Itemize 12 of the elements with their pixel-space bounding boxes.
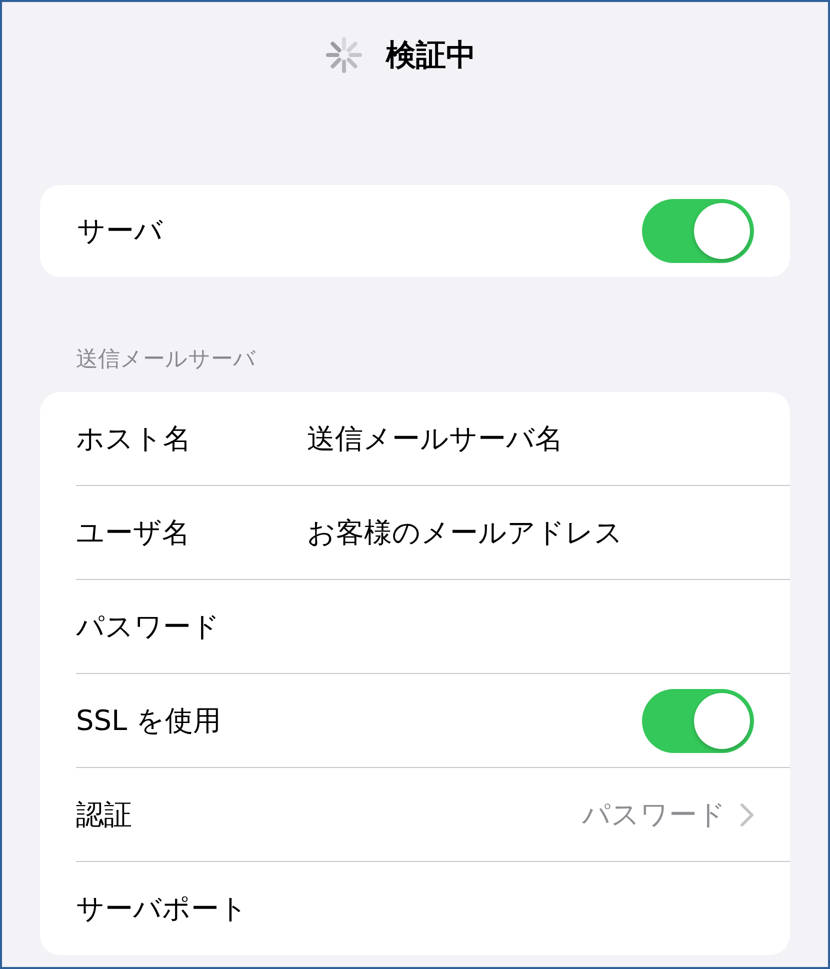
setting-label: 認証 xyxy=(76,796,133,832)
setting-label: サーバ xyxy=(77,213,163,249)
section-header: 送信メールサーバ xyxy=(75,346,257,374)
setting-label: サーバポート xyxy=(76,890,249,926)
field-value[interactable]: お客様のメールアドレス xyxy=(307,514,623,552)
setting-label: ユーザ名 xyxy=(76,514,191,550)
setting-label: ホスト名 xyxy=(76,420,192,456)
chevron-icon xyxy=(740,802,754,826)
window-title: 検証中 xyxy=(386,36,476,74)
setting-label: SSL を使用 xyxy=(76,702,222,738)
field-value[interactable]: 送信メールサーバ名 xyxy=(307,420,563,458)
setting-label: パスワード xyxy=(76,608,221,644)
